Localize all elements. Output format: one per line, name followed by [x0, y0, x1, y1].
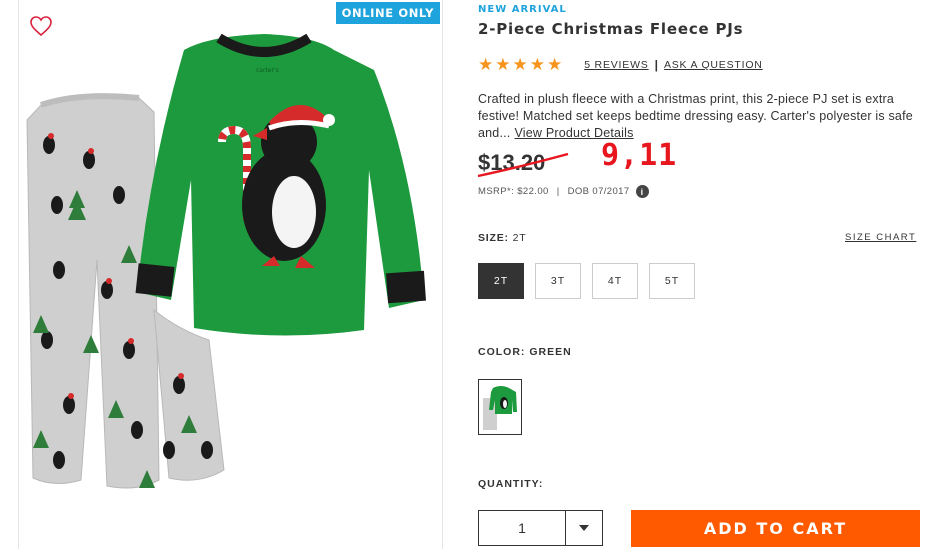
shirt-illustration: carter's: [135, 33, 427, 336]
product-image-panel: ONLINE ONLY carter's: [18, 0, 443, 549]
rating-row: ★★★★★ 5 REVIEWS | ASK A QUESTION: [478, 55, 763, 75]
msrp-row: MSRP*: $22.00 | DOB 07/2017 i: [478, 185, 649, 198]
size-option-5t[interactable]: 5T: [649, 263, 695, 299]
swatch-thumbnail: [483, 386, 517, 430]
size-option-4t[interactable]: 4T: [592, 263, 638, 299]
add-to-cart-button[interactable]: ADD TO CART: [631, 510, 920, 547]
size-label: SIZE:: [478, 232, 509, 244]
color-label: COLOR: GREEN: [478, 346, 572, 358]
star-rating: ★★★★★: [478, 55, 565, 74]
quantity-label: QUANTITY:: [478, 478, 544, 490]
dob-text: DOB 07/2017: [567, 186, 630, 197]
ask-question-link[interactable]: ASK A QUESTION: [664, 59, 763, 71]
msrp-separator: |: [556, 186, 560, 197]
size-chart-link[interactable]: SIZE CHART: [845, 232, 916, 243]
size-label-row: SIZE: 2T: [478, 232, 526, 244]
rating-separator: |: [654, 58, 658, 72]
size-selected-value: 2T: [512, 232, 527, 244]
product-image[interactable]: carter's: [19, 30, 444, 510]
product-title: 2-Piece Christmas Fleece PJs: [478, 20, 744, 38]
sale-price: 9,11: [601, 138, 678, 173]
size-options: 2T 3T 4T 5T: [478, 263, 695, 299]
svg-text:carter's: carter's: [256, 67, 279, 74]
info-icon[interactable]: i: [635, 185, 649, 198]
msrp-text: MSRP*: $22.00: [478, 186, 549, 197]
new-arrival-label: NEW ARRIVAL: [478, 4, 567, 15]
chevron-down-icon[interactable]: [566, 511, 602, 545]
product-description: Crafted in plush fleece with a Christmas…: [478, 91, 923, 142]
original-price: $13.20: [478, 150, 546, 175]
size-option-3t[interactable]: 3T: [535, 263, 581, 299]
reviews-link[interactable]: 5 REVIEWS: [584, 59, 648, 71]
quantity-select[interactable]: 1: [478, 510, 603, 546]
quantity-value: 1: [479, 511, 566, 545]
size-option-2t[interactable]: 2T: [478, 263, 524, 299]
online-only-badge: ONLINE ONLY: [335, 2, 440, 24]
color-swatch-green[interactable]: [478, 379, 522, 435]
